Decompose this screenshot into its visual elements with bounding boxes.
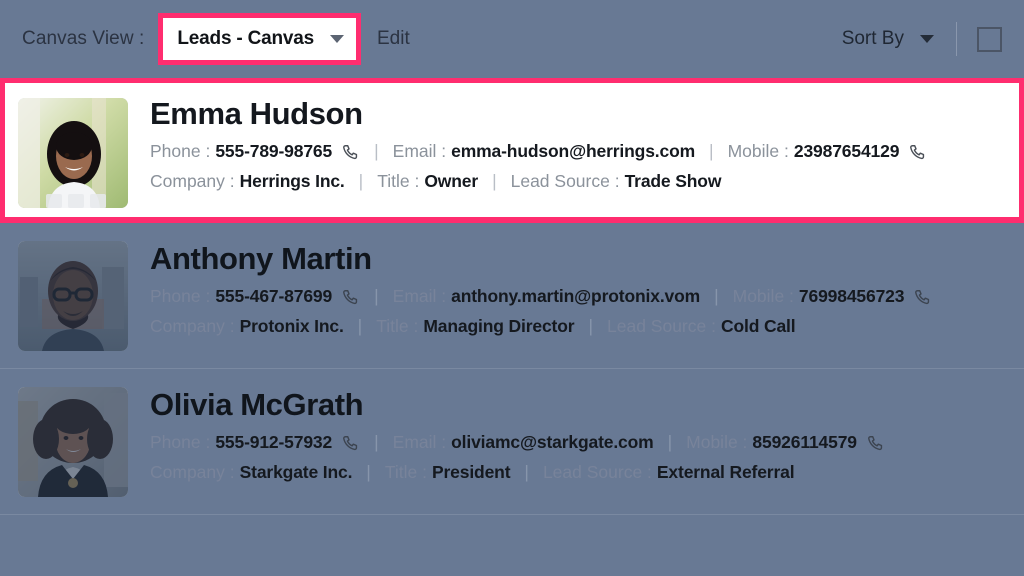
canvas-view-select-value: Leads - Canvas <box>177 28 314 49</box>
toolbar-right-group: Sort By <box>842 22 1002 56</box>
email-value: emma-hudson@herrings.com <box>451 140 696 161</box>
field-separator: | <box>714 285 719 306</box>
field-separator: | <box>709 140 714 161</box>
toolbar: Canvas View : Leads - Canvas Edit Sort B… <box>0 0 1024 78</box>
phone-handset-icon[interactable] <box>908 143 927 162</box>
mobile-label: Mobile : <box>732 285 794 306</box>
phone-handset-icon[interactable] <box>341 288 360 307</box>
title-value: President <box>431 462 511 483</box>
lead-card[interactable]: Emma Hudson Phone : 555-789-98765 | Emai… <box>0 78 1024 223</box>
title-value: Managing Director <box>423 316 575 337</box>
select-all-checkbox[interactable] <box>977 26 1002 52</box>
lead-details: Emma Hudson Phone : 555-789-98765 | Emai… <box>128 95 1019 194</box>
phone-handset-icon[interactable] <box>341 143 360 162</box>
avatar <box>18 387 128 497</box>
email-label: Email : <box>392 140 447 161</box>
mobile-value: 76998456723 <box>798 285 905 306</box>
lead-org-row: Company : Protonix Inc. | Title : Managi… <box>150 314 1024 339</box>
sort-by-button[interactable]: Sort By <box>842 28 934 50</box>
field-separator: | <box>374 285 379 306</box>
avatar <box>18 98 128 208</box>
field-separator: | <box>374 140 379 161</box>
lead-source-label: Lead Source : <box>607 316 716 337</box>
email-value: anthony.martin@protonix.vom <box>451 285 701 306</box>
lead-source-label: Lead Source : <box>510 171 620 192</box>
lead-card[interactable]: Olivia McGrath Phone : 555-912-57932 | E… <box>0 369 1024 515</box>
phone-handset-icon[interactable] <box>913 288 932 307</box>
field-separator: | <box>667 431 673 452</box>
phone-value: 555-789-98765 <box>215 140 333 161</box>
lead-source-label: Lead Source : <box>542 462 652 483</box>
mobile-value: 23987654129 <box>793 140 900 161</box>
title-value: Owner <box>424 171 479 192</box>
company-value: Starkgate Inc. <box>239 462 353 483</box>
sort-by-label: Sort By <box>841 28 904 49</box>
title-label: Title : <box>377 171 420 192</box>
phone-label: Phone : <box>150 140 211 161</box>
phone-value: 555-912-57932 <box>215 431 333 452</box>
lead-card[interactable]: Anthony Martin Phone : 555-467-87699 | E… <box>0 223 1024 369</box>
field-separator: | <box>374 431 379 452</box>
company-value: Herrings Inc. <box>239 171 345 192</box>
toolbar-left-group: Canvas View : Leads - Canvas Edit <box>22 13 410 65</box>
lead-source-value: External Referral <box>656 462 795 483</box>
phone-label: Phone : <box>150 285 211 306</box>
avatar <box>18 241 128 351</box>
edit-link[interactable]: Edit <box>377 28 410 50</box>
mobile-label: Mobile : <box>727 140 789 161</box>
title-label: Title : <box>384 462 427 483</box>
canvas-view-label: Canvas View : <box>22 28 145 49</box>
lead-source-value: Trade Show <box>624 171 722 192</box>
field-separator: | <box>588 316 593 337</box>
canvas-view-select[interactable]: Leads - Canvas <box>163 18 356 60</box>
lead-name: Olivia McGrath <box>150 387 364 422</box>
chevron-down-icon <box>920 35 934 43</box>
email-value: oliviamc@starkgate.com <box>451 431 654 452</box>
lead-contact-row: Phone : 555-912-57932 | Email : oliviamc… <box>150 430 1024 455</box>
chevron-down-icon <box>330 35 344 43</box>
title-label: Title : <box>376 316 419 337</box>
field-separator: | <box>366 462 371 483</box>
field-separator: | <box>358 171 364 192</box>
phone-handset-icon[interactable] <box>341 434 360 453</box>
lead-details: Anthony Martin Phone : 555-467-87699 | E… <box>128 240 1024 339</box>
lead-contact-row: Phone : 555-789-98765 | Email : emma-hud… <box>150 139 1019 164</box>
phone-value: 555-467-87699 <box>215 285 333 306</box>
lead-details: Olivia McGrath Phone : 555-912-57932 | E… <box>128 386 1024 485</box>
canvas-view-app: Canvas View : Leads - Canvas Edit Sort B… <box>0 0 1024 576</box>
phone-label: Phone : <box>150 431 211 452</box>
company-value: Protonix Inc. <box>239 316 344 337</box>
email-label: Email : <box>392 431 447 452</box>
lead-contact-row: Phone : 555-467-87699 | Email : anthony.… <box>150 284 1024 309</box>
email-label: Email : <box>392 285 447 306</box>
company-label: Company : <box>150 316 235 337</box>
lead-name: Emma Hudson <box>150 96 363 131</box>
company-label: Company : <box>150 171 235 192</box>
toolbar-divider <box>956 22 957 56</box>
field-separator: | <box>357 316 363 337</box>
canvas-view-select-highlight: Leads - Canvas <box>158 13 361 65</box>
mobile-label: Mobile : <box>686 431 748 452</box>
lead-list: Emma Hudson Phone : 555-789-98765 | Emai… <box>0 78 1024 576</box>
mobile-value: 85926114579 <box>752 431 857 452</box>
lead-name: Anthony Martin <box>150 241 372 276</box>
field-separator: | <box>492 171 497 192</box>
lead-source-value: Cold Call <box>720 316 796 337</box>
field-separator: | <box>524 462 529 483</box>
lead-org-row: Company : Herrings Inc. | Title : Owner … <box>150 169 1019 194</box>
lead-org-row: Company : Starkgate Inc. | Title : Presi… <box>150 460 1024 485</box>
company-label: Company : <box>150 462 235 483</box>
phone-handset-icon[interactable] <box>866 434 885 453</box>
